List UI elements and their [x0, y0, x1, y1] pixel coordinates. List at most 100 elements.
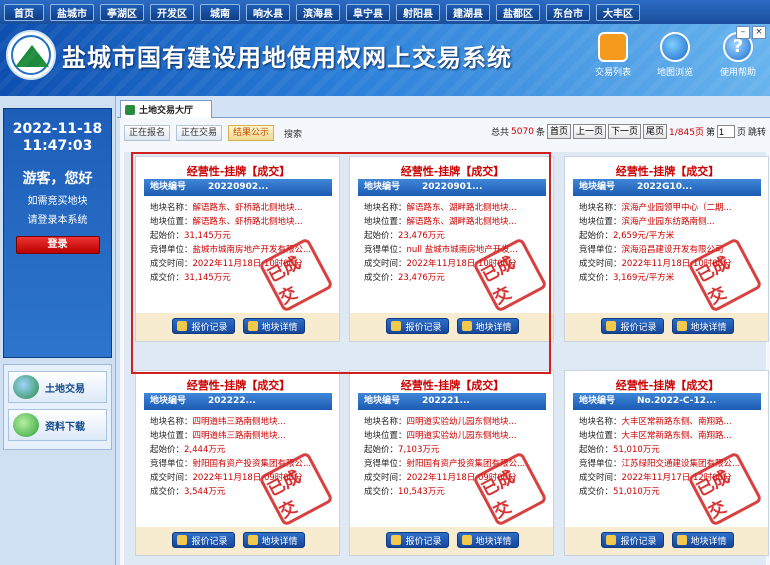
card-row: 地块位置：解语路东、湖畔路北侧地块... — [364, 217, 517, 227]
card-row: 地块名称：解语路东、虾桥路北侧地块... — [150, 203, 303, 213]
minimize-button[interactable]: – — [736, 26, 750, 39]
site-logo — [6, 30, 56, 80]
nav-item-2[interactable]: 亭湖区 — [100, 3, 144, 21]
next-page-button[interactable]: 下一页 — [607, 124, 641, 139]
parcel-card: 经营性-挂牌【成交】 地块编号 20220902... 地块名称：解语路东、虾桥路… — [135, 156, 340, 342]
card-row: 地块位置：四明道纬三路南侧地块... — [150, 431, 286, 441]
bid-record-button[interactable]: 报价记录 — [172, 318, 235, 334]
nav-item-6[interactable]: 滨海县 — [296, 3, 340, 21]
nav-item-7[interactable]: 阜宁县 — [346, 3, 390, 21]
map-browse-link[interactable]: 地图浏览 — [645, 32, 705, 78]
card-row: 地块名称：大丰区常新路东侧、南翔路... — [579, 417, 732, 427]
card-actions: 报价记录 地块详情 — [565, 318, 768, 334]
nav-item-8[interactable]: 射阳县 — [396, 3, 440, 21]
bid-record-button[interactable]: 报价记录 — [601, 532, 664, 548]
detail-icon — [247, 535, 258, 545]
card-header: 地块编号 2022G10... — [573, 179, 761, 196]
parcel-detail-button[interactable]: 地块详情 — [456, 318, 519, 334]
pager: 总共5070条 首页 上一页 下一页 尾页 1/845页 第 页 跳转 — [491, 124, 766, 139]
earth-icon — [13, 375, 39, 399]
prev-page-button[interactable]: 上一页 — [572, 124, 606, 139]
nav-item-3[interactable]: 开发区 — [150, 3, 194, 21]
tab-bar: 土地交易大厅 — [117, 98, 770, 118]
sidebar: 2022-11-18 11:47:03 游客，您好 如需竞买地块 请登录本系统 … — [0, 96, 116, 565]
card-row: 地块位置：大丰区常新路东侧、南翔路... — [579, 431, 732, 441]
card-row: 地块位置：解语路东、虾桥路北侧地块... — [150, 217, 303, 227]
filter-trading[interactable]: 正在交易 — [176, 125, 223, 141]
close-button[interactable]: × — [752, 26, 766, 39]
card-header: 地块编号 No.2022-C-12... — [573, 393, 761, 410]
parcel-detail-button[interactable]: 地块详情 — [456, 532, 519, 548]
site-title: 盐城市国有建设用地使用权网上交易系统 — [62, 44, 512, 72]
bid-record-button[interactable]: 报价记录 — [386, 532, 449, 548]
tab-land-trade-hall[interactable]: 土地交易大厅 — [120, 100, 212, 118]
login-button[interactable]: 登录 — [15, 236, 100, 254]
card-row: 地块名称：四明道纬三路南侧地块... — [150, 417, 286, 427]
parcel-card: 经营性-挂牌【成交】 地块编号 202222... 地块名称：四明道纬三路南侧地块… — [135, 370, 340, 556]
card-title: 经营性-挂牌【成交】 — [186, 165, 291, 178]
sidebar-item-land-trade[interactable]: 土地交易 — [8, 371, 107, 403]
card-actions: 报价记录 地块详情 — [565, 532, 768, 548]
parcel-card: 经营性-挂牌【成交】 地块编号 2022G10... 地块名称：滨海产业园领甲中心… — [564, 156, 769, 342]
last-page-button[interactable]: 尾页 — [643, 124, 668, 139]
parcel-detail-button[interactable]: 地块详情 — [671, 532, 734, 548]
detail-icon — [247, 321, 258, 331]
parcel-card: 经营性-挂牌【成交】 地块编号 20220901... 地块名称：解语路东、湖畔路… — [349, 156, 554, 342]
card-row: 地块位置：滨海产业园东纺路南侧... — [579, 217, 715, 227]
bid-record-button[interactable]: 报价记录 — [172, 532, 235, 548]
nav-item-10[interactable]: 盐都区 — [496, 3, 540, 21]
record-icon — [606, 535, 617, 545]
card-row: 地块名称：解语路东、湖畔路北侧地块... — [364, 203, 517, 213]
card-row: 地块名称：四明道实验幼儿园东侧地块... — [364, 417, 517, 427]
login-hint-link[interactable]: 请登录本系统 — [4, 211, 111, 226]
jump-link[interactable]: 跳转 — [748, 125, 766, 138]
record-icon — [391, 535, 402, 545]
page-info: 1/845页 — [669, 128, 704, 138]
bid-hint-link[interactable]: 如需竞买地块 — [4, 192, 111, 207]
trade-list-link[interactable]: 交易列表 — [583, 32, 643, 78]
card-row: 地块位置：四明道实验幼儿园东侧地块... — [364, 431, 517, 441]
bid-record-button[interactable]: 报价记录 — [601, 318, 664, 334]
card-title: 经营性-挂牌【成交】 — [186, 379, 291, 392]
card-actions: 报价记录 地块详情 — [136, 318, 339, 334]
card-actions: 报价记录 地块详情 — [136, 532, 339, 548]
nav-item-0[interactable]: 首页 — [4, 3, 44, 21]
nav-item-4[interactable]: 城南 — [200, 3, 240, 21]
card-title: 经营性-挂牌【成交】 — [400, 165, 505, 178]
parcel-card: 经营性-挂牌【成交】 地块编号 No.2022-C-12... 地块名称：大丰区常… — [564, 370, 769, 556]
parcel-detail-button[interactable]: 地块详情 — [242, 318, 305, 334]
filter-registering[interactable]: 正在报名 — [124, 125, 171, 141]
parcel-detail-button[interactable]: 地块详情 — [242, 532, 305, 548]
filter-results[interactable]: 结果公示 — [228, 125, 275, 141]
card-title: 经营性-挂牌【成交】 — [400, 379, 505, 392]
parcel-grid: 经营性-挂牌【成交】 地块编号 20220902... 地块名称：解语路东、虾桥路… — [124, 152, 769, 565]
sidebar-item-download[interactable]: 资料下载 — [8, 409, 107, 441]
card-title: 经营性-挂牌【成交】 — [615, 165, 720, 178]
header-banner: 盐城市国有建设用地使用权网上交易系统 交易列表 地图浏览 ? 使用帮助 – × — [0, 24, 770, 96]
bid-record-button[interactable]: 报价记录 — [386, 318, 449, 334]
top-nav: 首页 盐城市 亭湖区 开发区 城南 响水县 滨海县 阜宁县 射阳县 建湖县 盐都区 东台市 大丰区 — [0, 0, 770, 24]
greeting: 游客，您好 — [22, 171, 93, 187]
nav-item-11[interactable]: 东台市 — [546, 3, 590, 21]
nav-item-9[interactable]: 建湖县 — [446, 3, 490, 21]
card-row: 地块名称：滨海产业园领甲中心（二期... — [579, 203, 732, 213]
filter-bar: 正在报名 正在交易 结果公示 搜索 总共 5070 条 首页 上一页 下一页 尾页 … — [124, 124, 766, 142]
record-icon — [177, 321, 188, 331]
house-icon — [598, 32, 628, 62]
search-link[interactable]: 搜索 — [284, 127, 302, 140]
nav-item-1[interactable]: 盐城市 — [50, 3, 94, 21]
detail-icon — [676, 535, 687, 545]
first-page-button[interactable]: 首页 — [546, 124, 571, 139]
detail-icon — [676, 321, 687, 331]
card-header: 地块编号 20220901... — [358, 179, 546, 196]
page-input[interactable] — [716, 125, 735, 138]
card-header: 地块编号 202222... — [144, 393, 332, 410]
card-title: 经营性-挂牌【成交】 — [615, 379, 720, 392]
card-header: 地块编号 20220902... — [144, 179, 332, 196]
nav-item-12[interactable]: 大丰区 — [596, 3, 640, 21]
nav-item-5[interactable]: 响水县 — [246, 3, 290, 21]
card-actions: 报价记录 地块详情 — [350, 532, 553, 548]
user-panel: 2022-11-18 11:47:03 游客，您好 如需竞买地块 请登录本系统 … — [3, 108, 112, 358]
tab-icon — [125, 104, 135, 115]
parcel-detail-button[interactable]: 地块详情 — [671, 318, 734, 334]
